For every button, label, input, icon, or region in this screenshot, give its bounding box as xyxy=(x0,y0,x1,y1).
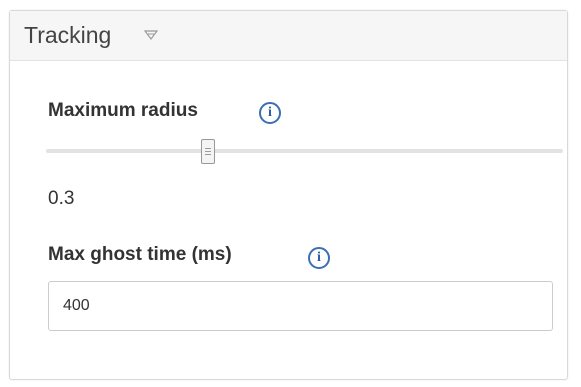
panel-title: Tracking xyxy=(24,22,112,48)
slider-grip-line xyxy=(205,148,211,149)
info-icon[interactable]: i xyxy=(308,247,330,269)
maximum-radius-slider-track[interactable] xyxy=(46,149,563,153)
max-ghost-time-input[interactable] xyxy=(48,281,553,331)
maximum-radius-slider-handle[interactable] xyxy=(201,139,215,164)
chevron-down-icon[interactable] xyxy=(144,29,158,41)
panel-header[interactable]: Tracking xyxy=(10,11,567,61)
maximum-radius-label: Maximum radius xyxy=(48,100,198,121)
info-icon[interactable]: i xyxy=(259,102,281,124)
tracking-panel: Tracking Maximum radius i 0.3 Max ghost … xyxy=(9,10,568,380)
slider-grip-line xyxy=(205,151,211,152)
max-ghost-time-label: Max ghost time (ms) xyxy=(48,244,232,265)
maximum-radius-value: 0.3 xyxy=(48,188,75,209)
slider-grip-line xyxy=(205,154,211,155)
